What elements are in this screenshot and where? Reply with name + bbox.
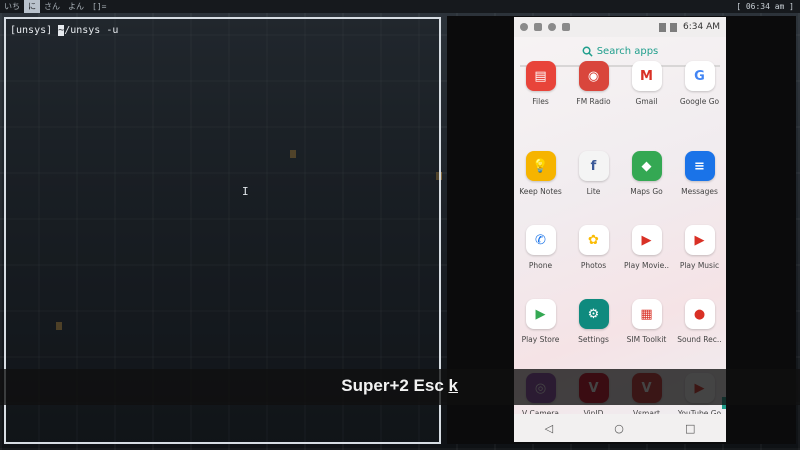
app-label: Files [532,97,549,106]
app-item[interactable]: ▶ Play Movie.. [620,209,673,283]
back-icon[interactable]: ◁ [545,422,553,435]
notification-icon [534,23,542,31]
notification-icon [520,23,528,31]
app-item[interactable]: G Google Go [673,61,726,135]
keystroke-caption: Super+2 Esc k [341,376,458,396]
app-label: Keep Notes [519,187,562,196]
app-label: Gmail [635,97,658,106]
top-panel: いち に さん よん []= [ 06:34 am ] [0,0,800,13]
notification-icon [548,23,556,31]
app-item[interactable]: f Lite [567,135,620,209]
app-item[interactable]: ≡ Messages [673,135,726,209]
battery-icon [670,22,677,32]
search-apps-label: Search apps [596,45,659,57]
workspace-3[interactable]: さん [40,0,64,13]
app-item[interactable]: ◆ Maps Go [620,135,673,209]
app-label: Sound Rec.. [677,335,722,344]
terminal-command: /unsys -u [64,25,119,36]
app-label: Photos [580,261,607,270]
keystroke-current-key: k [448,376,458,395]
clock: [ 06:34 am ] [736,2,794,11]
notification-icon [562,23,570,31]
layout-indicator[interactable]: []= [88,0,110,13]
terminal-prompt: [unsys] [10,25,59,36]
app-item[interactable]: ▦ SIM Toolkit [620,283,673,357]
facebook-icon: f [578,151,609,181]
phone-icon: ✆ [525,225,556,255]
gear-icon: ⚙ [578,299,609,329]
app-label: FM Radio [576,97,611,106]
ibeam-cursor-icon: I [242,185,249,198]
radio-icon: ◉ [578,61,609,91]
app-label: Play Music [679,261,720,270]
app-label: Messages [681,187,718,196]
app-label: Phone [528,261,553,270]
app-item[interactable]: ◉ FM Radio [567,61,620,135]
app-label: Google Go [679,97,720,106]
app-item[interactable]: ✿ Photos [567,209,620,283]
home-icon[interactable]: ○ [614,422,624,435]
app-item[interactable]: ⚙ Settings [567,283,620,357]
android-status-bar: 6:34 AM [514,17,726,37]
app-item[interactable]: ● Sound Rec.. [673,283,726,357]
google-icon: G [684,61,715,91]
recents-icon[interactable]: □ [685,422,695,435]
keystroke-caption-bar: Super+2 Esc k [0,369,800,405]
keystroke-sequence: Super+2 Esc [341,376,449,395]
workspace-1[interactable]: いち [0,0,24,13]
mic-icon: ● [684,299,715,329]
app-label: SIM Toolkit [626,335,667,344]
status-time: 6:34 AM [683,22,720,32]
app-label: Lite [586,187,601,196]
app-label: Maps Go [630,187,663,196]
workspace-2[interactable]: に [24,0,40,13]
app-item[interactable]: ▶ Play Music [673,209,726,283]
movies-icon: ▶ [631,225,662,255]
bulb-icon: 💡 [525,151,556,181]
app-label: Settings [578,335,609,344]
music-icon: ▶ [684,225,715,255]
files-icon: ▤ [525,61,556,91]
signal-icon [659,22,666,32]
playstore-icon: ▶ [525,299,556,329]
messages-icon: ≡ [684,151,715,181]
terminal-command-line[interactable]: [unsys] ~/unsys -u [10,25,118,36]
workspace-4[interactable]: よん [64,0,88,13]
app-item[interactable]: ▶ Play Store [514,283,567,357]
gmail-icon: M [631,61,662,91]
maps-icon: ◆ [631,151,662,181]
app-label: Play Store [521,335,560,344]
android-nav-bar: ◁ ○ □ [514,414,726,442]
app-item[interactable]: ✆ Phone [514,209,567,283]
app-item[interactable]: 💡 Keep Notes [514,135,567,209]
simtoolkit-icon: ▦ [631,299,662,329]
photos-icon: ✿ [578,225,609,255]
app-item[interactable]: M Gmail [620,61,673,135]
search-icon [582,46,593,57]
app-label: Play Movie.. [624,261,669,270]
app-item[interactable]: ▤ Files [514,61,567,135]
